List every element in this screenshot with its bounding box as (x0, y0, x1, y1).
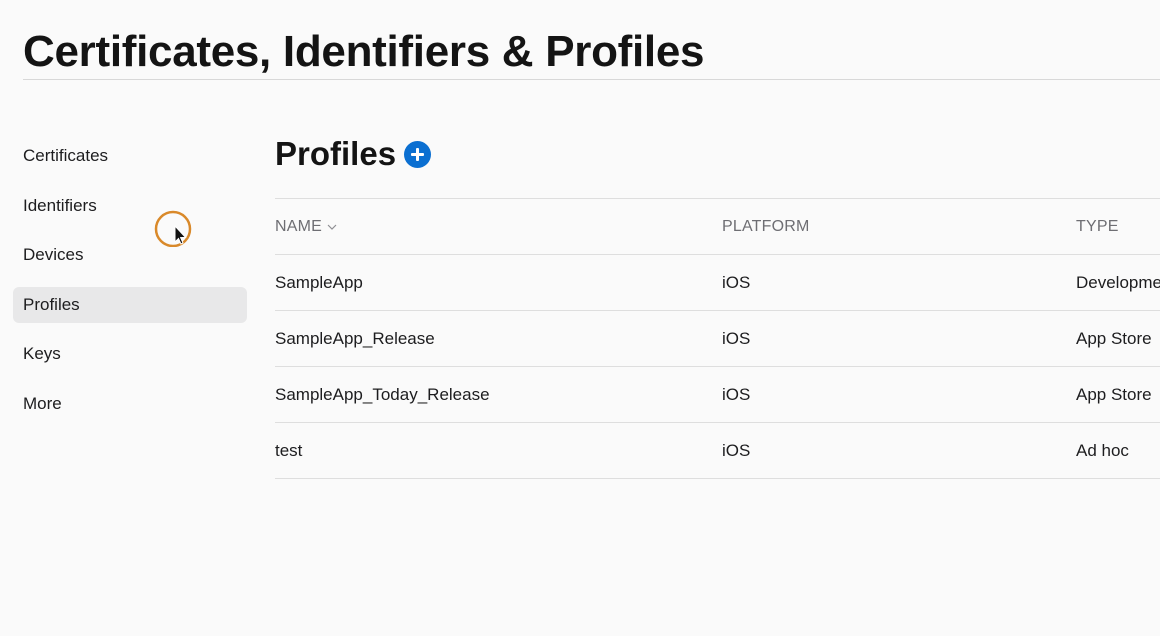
profile-name[interactable]: SampleApp_Today_Release (275, 367, 715, 422)
profile-name[interactable]: SampleApp_Release (275, 311, 715, 366)
table-row[interactable]: SampleApp_Today_Release iOS App Store (275, 366, 1160, 422)
profile-type: App Store (1076, 328, 1152, 348)
sidebar: Certificates Identifiers Devices Profile… (13, 138, 247, 436)
column-header-name-label: NAME (275, 217, 323, 235)
profile-platform: iOS (722, 384, 751, 404)
add-profile-button[interactable] (404, 140, 432, 168)
title-divider (23, 79, 1160, 80)
section-header: Profiles (275, 134, 1160, 174)
section-title: Profiles (275, 135, 397, 172)
sidebar-item-certificates[interactable]: Certificates (13, 138, 247, 174)
table-row[interactable]: SampleApp iOS Development (275, 254, 1160, 310)
table-row[interactable]: test iOS Ad hoc (275, 422, 1160, 479)
page: Certificates, Identifiers & Profiles Cer… (0, 0, 1160, 636)
profiles-section: Profiles NAME PLATFORM TYPE SampleApp iO… (275, 134, 1160, 479)
profile-platform: iOS (722, 272, 751, 292)
table-header-row: NAME PLATFORM TYPE (275, 198, 1160, 254)
plus-circle-icon (411, 147, 425, 161)
page-title: Certificates, Identifiers & Profiles (23, 27, 705, 76)
sidebar-item-identifiers[interactable]: Identifiers (13, 188, 247, 224)
profile-name[interactable]: test (275, 423, 715, 478)
sidebar-item-more[interactable]: More (13, 386, 247, 422)
sidebar-item-devices[interactable]: Devices (13, 237, 247, 273)
sidebar-item-profiles[interactable]: Profiles (13, 286, 247, 323)
sidebar-item-keys[interactable]: Keys (13, 336, 247, 372)
profile-name[interactable]: SampleApp (275, 255, 715, 310)
chevron-down-icon (327, 224, 337, 230)
column-header-type[interactable]: TYPE (1076, 199, 1160, 254)
profile-platform: iOS (722, 328, 751, 348)
profile-type: App Store (1076, 384, 1152, 404)
profile-type: Ad hoc (1076, 440, 1129, 460)
mouse-cursor-icon (154, 209, 192, 248)
table-row[interactable]: SampleApp_Release iOS App Store (275, 310, 1160, 366)
profiles-table: NAME PLATFORM TYPE SampleApp iOS Develop… (275, 198, 1160, 479)
column-header-platform[interactable]: PLATFORM (722, 199, 1022, 254)
profile-type: Development (1076, 272, 1160, 292)
column-header-name[interactable]: NAME (275, 199, 715, 254)
profile-platform: iOS (722, 440, 751, 460)
